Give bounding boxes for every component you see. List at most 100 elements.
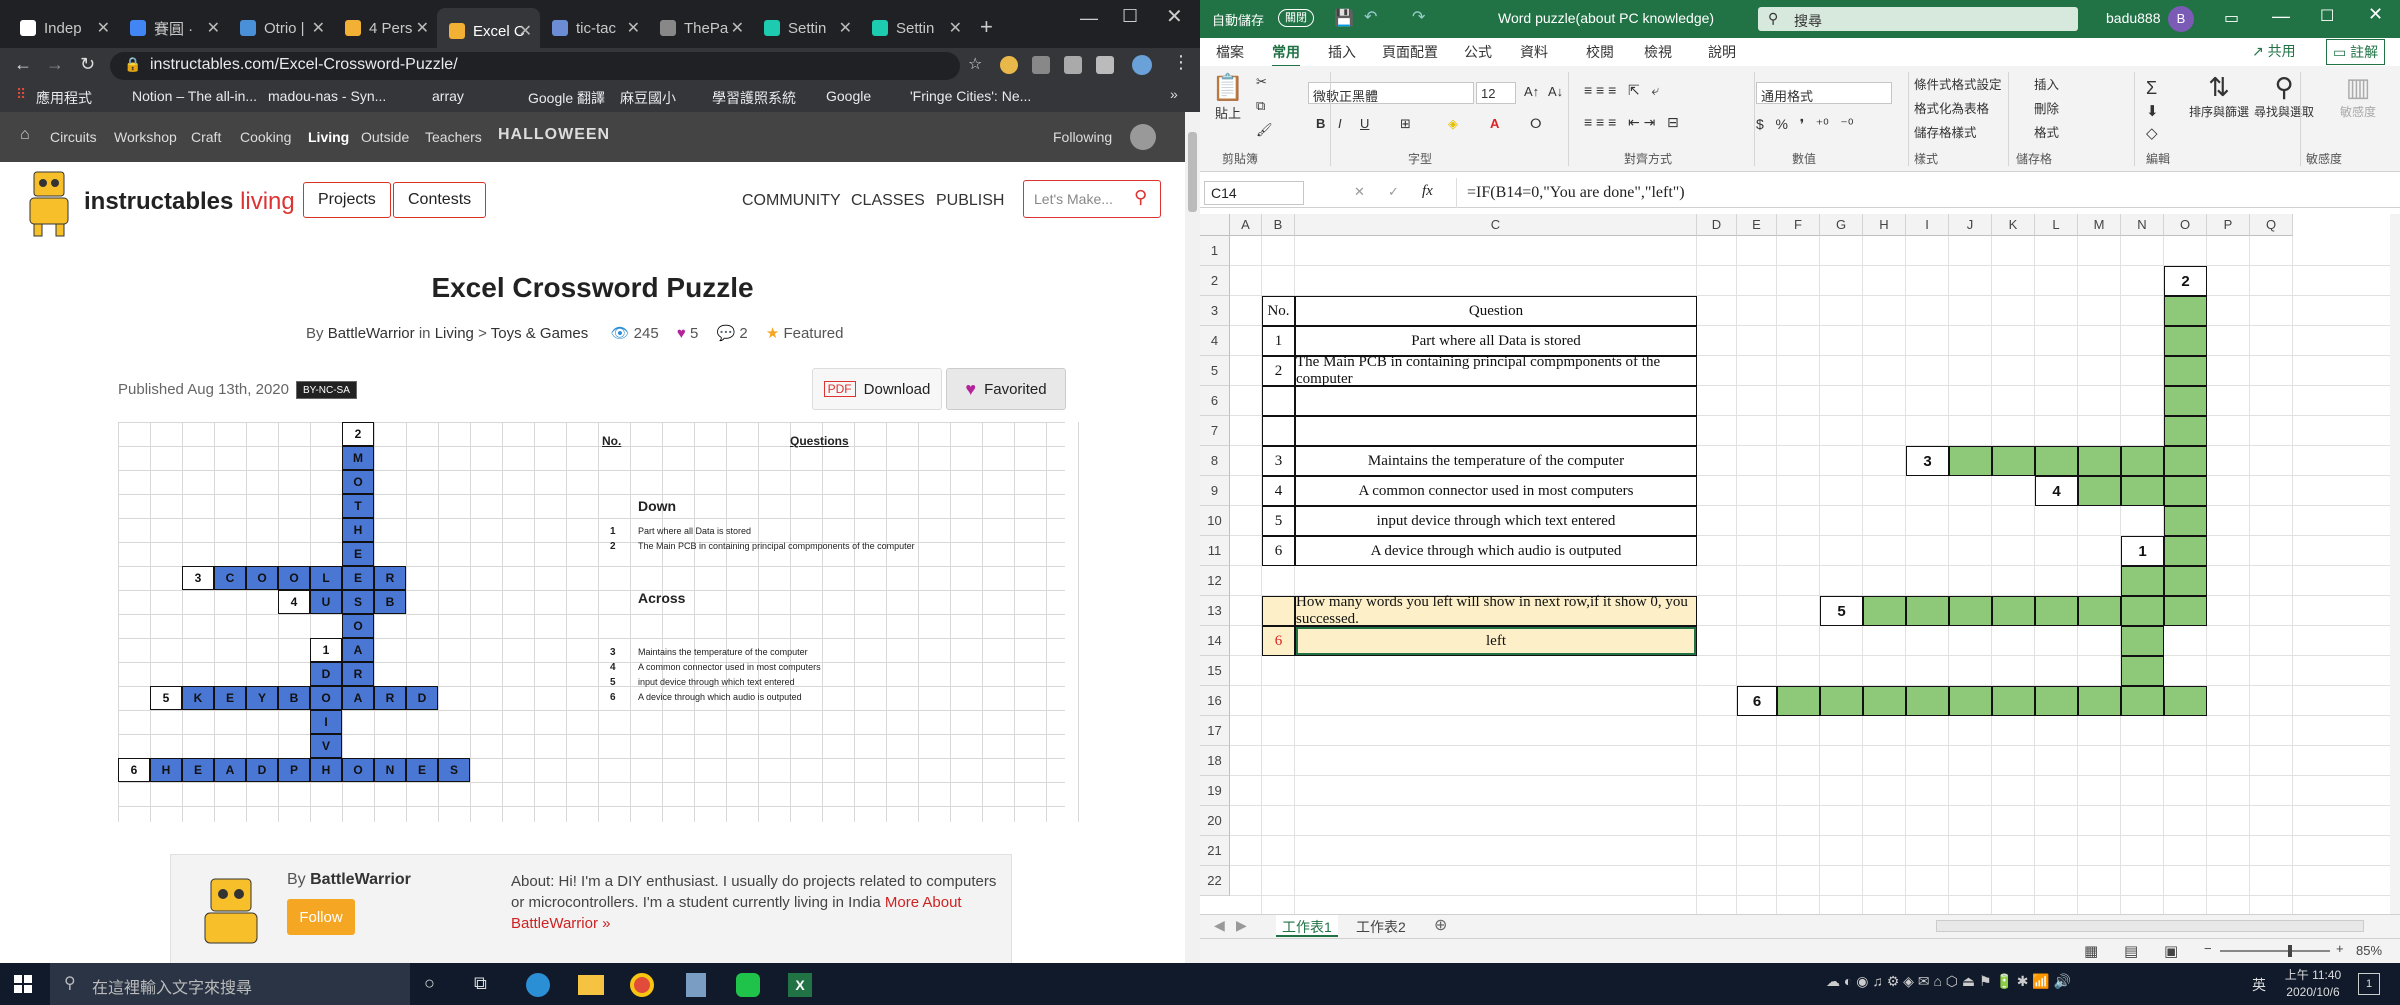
bookmark-item[interactable]: 'Fringe Cities': Ne... [910,88,1031,104]
table-cell-no[interactable]: 2 [1262,356,1295,386]
crossword-answer-cell[interactable] [2164,386,2207,416]
line-icon[interactable] [736,973,760,997]
tray-icons[interactable]: ☁ ◐ ◉ ♫ ⚙ ◈ ✉ ⌂ ⬡ ⏏ ⚑ 🔋 ✱ 📶 🔊 [1826,973,2071,990]
search-box[interactable]: ⚲ 搜尋 [1758,7,2078,31]
crossword-answer-cell[interactable] [2121,476,2164,506]
edge-icon[interactable] [526,973,550,997]
crossword-answer-cell[interactable] [1992,686,2035,716]
normal-view-icon[interactable]: ▦ [2084,942,2098,960]
crossword-answer-cell[interactable] [2121,626,2164,656]
bookmark-item[interactable]: 麻豆國小 [620,88,676,108]
page-scrollbar[interactable] [1185,112,1200,963]
halloween-link[interactable]: HALLOWEEN [498,126,610,144]
bookmark-item[interactable]: array [432,88,464,104]
column-header[interactable]: Q [2250,214,2293,236]
browser-tab[interactable]: 4 Pers ✕ [333,10,437,46]
crossword-answer-cell[interactable] [1777,686,1820,716]
license-badge[interactable]: BY-NC-SA [296,381,357,399]
back-icon[interactable]: ← [14,54,32,75]
contests-button[interactable]: Contests [393,182,487,218]
browser-tab[interactable]: tic-tac ✕ [540,10,648,46]
sort-filter-button[interactable]: ⇅ 排序與篩選 [2184,72,2254,120]
cells-button[interactable]: 插入 [2034,74,2059,93]
star-icon[interactable]: ☆ [968,54,982,74]
decrease-font-icon[interactable]: A↓ [1548,84,1563,99]
crossword-answer-cell[interactable] [2164,476,2207,506]
more-bookmarks-icon[interactable]: » [1170,86,1178,102]
crossword-answer-cell[interactable] [2121,596,2164,626]
font-size-select[interactable]: 12 [1476,82,1516,104]
number-controls[interactable]: $ % ❜ ⁺⁰ ⁻⁰ [1756,116,1853,133]
autosum-icon[interactable]: Σ [2146,78,2157,99]
browser-tab[interactable]: Otrio | ✕ [228,10,333,46]
vertical-scrollbar[interactable] [2390,214,2400,914]
column-header[interactable]: E [1737,214,1777,236]
nav-item[interactable]: Outside [361,129,409,145]
user-avatar[interactable] [1130,124,1156,150]
sensitivity-button[interactable]: ▥ 敏感度 [2328,72,2388,120]
bold-icon[interactable]: B [1316,116,1325,131]
crossword-answer-cell[interactable] [1949,686,1992,716]
extension-icon-4[interactable] [1096,56,1114,74]
row-header[interactable]: 20 [1200,806,1230,836]
ribbon-tab[interactable]: 說明 [1708,42,1736,62]
url-input[interactable]: 🔒 instructables.com/Excel-Crossword-Puzzl… [110,52,960,80]
border-icon[interactable]: ⊞ [1400,116,1411,132]
row-header[interactable]: 22 [1200,866,1230,896]
reload-icon[interactable]: ↻ [80,54,95,75]
row-header[interactable]: 9 [1200,476,1230,506]
browser-tab[interactable]: ThePa ✕ [648,10,752,46]
font-family-select[interactable]: 微軟正黑體 [1308,82,1474,104]
file-explorer-icon[interactable] [578,975,604,995]
save-icon[interactable]: 💾 [1334,8,1354,28]
browser-tab[interactable]: Settin ✕ [860,10,970,46]
clear-icon[interactable]: ◇ [2146,124,2158,142]
crossword-answer-cell[interactable] [2164,296,2207,326]
nav-item[interactable]: Living [308,129,349,145]
bookmark-item[interactable]: Google 翻譯 [528,88,605,108]
excel-icon[interactable]: X [788,973,812,997]
table-cell-no[interactable] [1262,386,1295,416]
crossword-answer-cell[interactable] [1992,446,2035,476]
maximize-icon[interactable]: ☐ [2320,6,2334,26]
ribbon-tab[interactable]: 頁面配置 [1382,42,1438,62]
zoom-thumb[interactable] [2288,945,2292,957]
crossword-answer-cell[interactable] [2035,686,2078,716]
selected-cell-c14[interactable]: left [1295,626,1697,656]
crossword-answer-cell[interactable] [2164,686,2207,716]
tab-close-icon[interactable]: ✕ [839,18,852,38]
search-icon[interactable]: ⚲ [1134,187,1147,208]
add-sheet-icon[interactable]: ⊕ [1434,915,1447,935]
table-header-question[interactable]: Question [1295,296,1697,326]
column-header[interactable]: I [1906,214,1949,236]
forward-icon[interactable]: → [46,54,64,75]
next-sheet-icon[interactable]: ▶ [1236,917,1247,934]
user-name[interactable]: badu888 [2106,10,2161,26]
logo-text[interactable]: instructables [84,188,233,215]
column-header[interactable]: L [2035,214,2078,236]
nav-item[interactable]: Cooking [240,129,291,145]
table-cell-question[interactable]: A device through which audio is outputed [1295,536,1697,566]
row-header[interactable]: 18 [1200,746,1230,776]
profile-avatar[interactable] [1132,55,1152,75]
cancel-icon[interactable]: ✕ [1354,184,1365,200]
crossword-answer-cell[interactable] [1949,446,1992,476]
tab-close-icon[interactable]: ✕ [519,21,532,41]
taskbar-search[interactable]: ⚲ 在這裡輸入文字來搜尋 [50,963,410,1005]
column-header[interactable]: C [1295,214,1697,236]
clock[interactable]: 上午 11:40 2020/10/6 [2278,967,2348,1001]
extension-icon-3[interactable] [1064,56,1082,74]
nav-item[interactable]: Teachers [425,129,482,145]
author-link[interactable]: BattleWarrior [328,325,415,342]
crossword-answer-cell[interactable] [2164,596,2207,626]
style-button[interactable]: 條件式格式設定 [1914,74,2002,93]
row-header[interactable]: 12 [1200,566,1230,596]
row-header[interactable]: 14 [1200,626,1230,656]
row-header[interactable]: 17 [1200,716,1230,746]
nav-item[interactable]: Circuits [50,129,97,145]
logo-sub[interactable]: living [240,188,295,215]
table-cell-no[interactable]: 5 [1262,506,1295,536]
page-break-icon[interactable]: ▣ [2164,942,2178,960]
count-label-cell[interactable]: How many words you left will show in nex… [1295,594,1697,627]
enter-icon[interactable]: ✓ [1388,184,1399,200]
